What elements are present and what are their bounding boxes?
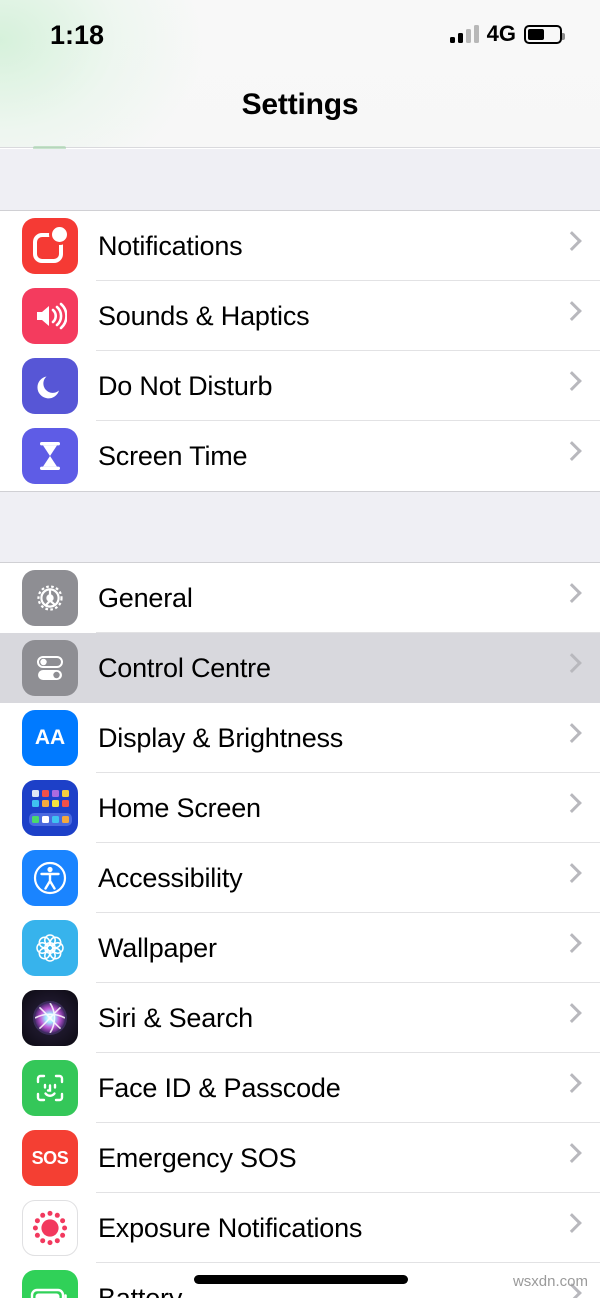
- group-gap-middle: [0, 492, 600, 562]
- watermark: wsxdn.com: [512, 1273, 588, 1290]
- settings-row-label: Screen Time: [98, 440, 248, 471]
- settings-row-label: Do Not Disturb: [98, 370, 273, 401]
- settings-row-home-screen[interactable]: Home Screen: [0, 773, 600, 843]
- settings-row-label: Exposure Notifications: [98, 1212, 363, 1243]
- settings-row-label: Control Centre: [98, 652, 271, 683]
- settings-row-accessibility[interactable]: Accessibility: [0, 843, 600, 913]
- chevron-right-icon: [562, 371, 582, 391]
- settings-row-label: Display & Brightness: [98, 722, 344, 753]
- settings-row-control-centre[interactable]: Control Centre: [0, 633, 600, 703]
- settings-row-display-brightness[interactable]: AA Display & Brightness: [0, 703, 600, 773]
- chevron-right-icon: [562, 1213, 582, 1233]
- settings-row-label: General: [98, 582, 193, 613]
- settings-row-face-id-passcode[interactable]: Face ID & Passcode: [0, 1053, 600, 1123]
- chevron-right-icon: [562, 441, 582, 461]
- moon-icon: [22, 358, 78, 414]
- exposure-dots-icon: [22, 1200, 78, 1256]
- siri-orb-icon: [22, 990, 78, 1046]
- gear-icon: [22, 570, 78, 626]
- network-type-label: 4G: [486, 21, 516, 46]
- battery-icon: [524, 24, 565, 44]
- speaker-icon: [22, 288, 78, 344]
- settings-row-do-not-disturb[interactable]: Do Not Disturb: [0, 351, 600, 421]
- chevron-right-icon: [562, 793, 582, 813]
- settings-row-label: Sounds & Haptics: [98, 300, 310, 331]
- status-indicators: 4G: [449, 21, 565, 46]
- settings-row-exposure-notifications[interactable]: Exposure Notifications: [0, 1193, 600, 1263]
- chevron-right-icon: [562, 583, 582, 603]
- sos-icon: SOS: [22, 1130, 78, 1186]
- settings-row-wallpaper[interactable]: Wallpaper: [0, 913, 600, 983]
- settings-row-label: Wallpaper: [98, 932, 217, 963]
- hourglass-icon: [22, 428, 78, 484]
- settings-row-screen-time[interactable]: Screen Time: [0, 421, 600, 491]
- status-bar: 1:18 4G: [0, 20, 600, 60]
- battery-icon: [22, 1270, 78, 1298]
- chevron-right-icon: [562, 301, 582, 321]
- toggles-icon: [22, 640, 78, 696]
- app-grid-icon: [22, 780, 78, 836]
- settings-row-label: Accessibility: [98, 862, 243, 893]
- settings-row-sounds-haptics[interactable]: Sounds & Haptics: [0, 281, 600, 351]
- settings-row-label: Siri & Search: [98, 1002, 253, 1033]
- settings-row-siri-search[interactable]: Siri & Search: [0, 983, 600, 1053]
- display-icon-text: AA: [34, 726, 66, 749]
- settings-group-1: Notifications Sounds & Haptics Do Not Di…: [0, 210, 600, 492]
- flower-icon: [22, 920, 78, 976]
- settings-screen: 1:18 4G Settings Notifications Sounds & …: [0, 0, 600, 1298]
- chevron-right-icon: [562, 863, 582, 883]
- chevron-right-icon: [562, 1073, 582, 1093]
- settings-row-emergency-sos[interactable]: SOS Emergency SOS: [0, 1123, 600, 1193]
- status-time: 1:18: [50, 20, 105, 50]
- sos-icon-text: SOS: [31, 1147, 69, 1168]
- chevron-right-icon: [562, 1143, 582, 1163]
- settings-list[interactable]: Notifications Sounds & Haptics Do Not Di…: [0, 149, 600, 1298]
- chevron-right-icon: [562, 653, 582, 673]
- group-gap-top: [0, 149, 600, 210]
- settings-row-label: Face ID & Passcode: [98, 1072, 341, 1103]
- settings-group-2: General Control Centre AA Display & Brig…: [0, 562, 600, 1298]
- face-id-icon: [22, 1060, 78, 1116]
- settings-row-notifications[interactable]: Notifications: [0, 211, 600, 281]
- settings-row-general[interactable]: General: [0, 563, 600, 633]
- notifications-icon: [22, 218, 78, 274]
- page-title: Settings: [241, 88, 359, 121]
- navigation-header: 1:18 4G Settings: [0, 0, 600, 148]
- chevron-right-icon: [562, 231, 582, 251]
- settings-row-label: Emergency SOS: [98, 1142, 297, 1173]
- accessibility-icon: [22, 850, 78, 906]
- home-indicator[interactable]: [194, 1275, 408, 1284]
- settings-row-label: Notifications: [98, 230, 243, 261]
- chevron-right-icon: [562, 1003, 582, 1023]
- settings-row-label: Home Screen: [98, 792, 261, 823]
- chevron-right-icon: [562, 723, 582, 743]
- cellular-signal-icon: [449, 25, 479, 43]
- chevron-right-icon: [562, 933, 582, 953]
- settings-row-label: Battery: [98, 1282, 183, 1298]
- text-size-icon: AA: [22, 710, 78, 766]
